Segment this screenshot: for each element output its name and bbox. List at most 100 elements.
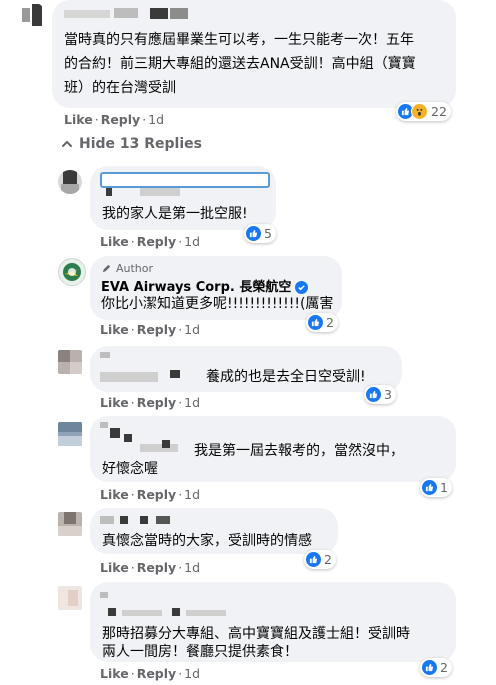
reply-name-redacted[interactable] [156,516,170,524]
timestamp[interactable]: 1d [184,234,200,249]
reaction-summary[interactable]: 2 [420,658,452,677]
author-label: Author [116,262,154,275]
like-reaction-icon [308,315,323,330]
like-button[interactable]: Like [100,395,129,410]
eva-air-logo-icon [63,263,81,281]
separator-dot: · [130,395,135,410]
reaction-count: 2 [440,660,448,675]
reply-name-redacted[interactable] [172,608,180,616]
reply-name-redacted[interactable] [100,516,114,524]
reply-name-redacted[interactable] [120,516,128,524]
eva-air-avatar[interactable] [58,258,86,286]
reply-name-redacted[interactable] [170,370,180,378]
reply-button[interactable]: Reply [137,666,176,681]
reply-name-redacted[interactable] [100,422,108,428]
reaction-summary[interactable]: 2 [306,313,338,332]
page-name-text: EVA Airways Corp. 長榮航空 [101,280,292,295]
comment-text-line: 的合約！前三期大專組的還送去ANA受訓！高中組（寶寶 [64,56,416,72]
reply-button[interactable]: Reply [137,322,176,337]
reply-button[interactable]: Reply [137,487,176,502]
like-reaction-icon [246,226,261,241]
reaction-summary[interactable]: 3 [364,385,396,404]
like-button[interactable]: Like [100,234,129,249]
hide-replies-button[interactable]: Hide 13 Replies [60,136,202,152]
reply-name-redacted[interactable] [140,188,180,196]
reply-name-redacted[interactable] [124,434,132,442]
reply-actions: Like · Reply · 1d [100,666,200,681]
separator-dot: · [130,234,135,249]
reaction-summary[interactable]: 22 [396,102,451,121]
reaction-summary[interactable]: 1 [420,478,452,497]
commenter-name[interactable] [170,8,188,19]
author-badge: Author [101,262,153,275]
separator-dot: · [178,666,183,681]
reply-text: 養成的也是去全日空受訓! [206,369,366,385]
reply-name-redacted[interactable] [110,428,120,438]
avatar-image [32,4,42,26]
reply-name-redacted[interactable] [162,440,170,448]
comment-text-line: 班）的在台灣受訓 [64,80,176,96]
avatar[interactable] [58,586,82,610]
reply-name-redacted[interactable] [186,610,226,616]
timestamp[interactable]: 1d [184,666,200,681]
reply-name-redacted[interactable] [122,610,162,616]
commenter-name[interactable] [150,8,168,19]
reply-name-redacted[interactable] [106,188,112,196]
reply-name-redacted[interactable] [100,172,270,188]
reply-name-redacted[interactable] [100,592,108,598]
like-button[interactable]: Like [64,112,93,127]
avatar-image [63,170,77,184]
reply-text-line: 兩人一間房！餐廳只提供素食！ [102,644,298,660]
separator-dot: · [178,322,183,337]
like-reaction-icon [422,660,437,675]
reply-name-redacted[interactable] [108,608,116,616]
like-reaction-icon [366,387,381,402]
reply-name-redacted[interactable] [100,352,110,358]
like-button[interactable]: Like [100,487,129,502]
avatar-image [58,422,82,432]
reply-text: 你比小潔知道更多呢!!!!!!!!!!!!!(厲害 [101,296,334,312]
avatar-image [64,512,76,524]
timestamp[interactable]: 1d [184,395,200,410]
reply-button[interactable]: Reply [137,395,176,410]
avatar-image [58,526,82,536]
verified-badge-icon [295,281,309,294]
timestamp[interactable]: 1d [184,560,200,575]
reply-text-line: 我是第一屆去報考的，當然沒中， [194,443,404,459]
separator-dot: · [130,560,135,575]
reaction-count: 3 [384,387,392,402]
commenter-name[interactable] [64,10,110,18]
reaction-summary[interactable]: 5 [244,224,276,243]
separator-dot: · [178,560,183,575]
avatar[interactable] [58,350,82,374]
like-button[interactable]: Like [100,560,129,575]
reply-name-redacted[interactable] [140,444,178,452]
reply-button[interactable]: Reply [137,234,176,249]
reply-actions: Like · Reply · 1d [100,395,200,410]
reply-text-line: 那時招募分大專組、高中寶寶組及護士組！受訓時 [102,626,410,642]
reply-name-redacted[interactable] [100,372,158,382]
avatar[interactable] [58,170,82,194]
timestamp[interactable]: 1d [148,112,164,127]
like-button[interactable]: Like [100,322,129,337]
reply-actions: Like · Reply · 1d [100,487,200,502]
separator-dot: · [94,112,99,127]
wow-reaction-icon [411,103,428,120]
reply-text: 真懷念當時的大家，受訓時的情感 [102,533,312,549]
reply-button[interactable]: Reply [101,112,140,127]
pencil-icon [102,264,111,273]
avatar[interactable] [58,422,82,446]
avatar[interactable] [58,512,82,536]
reply-actions: Like · Reply · 1d [100,322,200,337]
timestamp[interactable]: 1d [184,322,200,337]
separator-dot: · [130,487,135,502]
avatar[interactable] [18,2,46,30]
commenter-name[interactable] [114,8,138,18]
like-button[interactable]: Like [100,666,129,681]
reply-button[interactable]: Reply [137,560,176,575]
page-name[interactable]: EVA Airways Corp. 長榮航空 [101,276,309,295]
reply-name-redacted[interactable] [140,516,148,524]
timestamp[interactable]: 1d [184,487,200,502]
reply-actions: Like · Reply · 1d [100,234,200,249]
reaction-summary[interactable]: 2 [304,550,336,569]
